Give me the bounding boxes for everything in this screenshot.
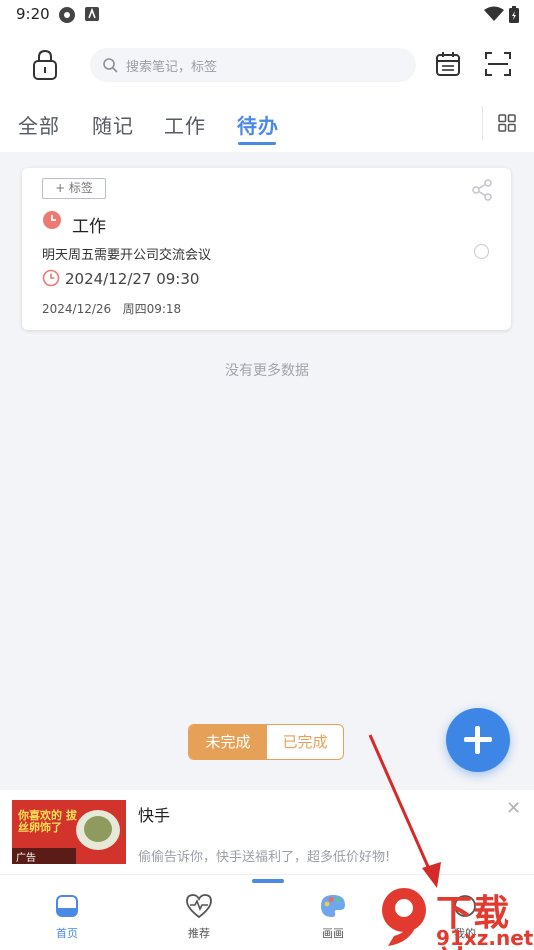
ad-label: 广告	[16, 853, 36, 864]
site-watermark: 下载站 91xz.net	[370, 882, 534, 950]
palette-icon	[321, 895, 345, 917]
add-tag-button[interactable]: + 标签	[42, 178, 106, 199]
card-description: 明天周五需要开公司交流会议	[42, 248, 212, 263]
tab-divider	[482, 106, 483, 140]
complete-checkbox[interactable]	[474, 244, 489, 259]
ad-image-food	[84, 816, 112, 842]
watermark-9-logo	[382, 888, 426, 946]
ad-image-text: 你喜欢的 拔丝卵饰了	[18, 809, 77, 834]
card-due-time: 2024/12/27 09:30	[65, 270, 200, 288]
search-icon	[103, 58, 118, 73]
battery-icon	[509, 6, 519, 23]
nav-item-draw[interactable]: 画画	[298, 893, 368, 941]
plus-icon-v	[475, 726, 480, 754]
tab-all[interactable]: 全部	[18, 110, 60, 139]
search-placeholder: 搜索笔记，标签	[126, 60, 218, 75]
top-bar: 搜索笔记，标签 全部 随记 工作 待办	[0, 28, 534, 152]
tab-work[interactable]: 工作	[164, 110, 206, 139]
status-bar: 9:20	[0, 0, 534, 28]
completion-filter: 未完成 已完成	[188, 724, 344, 760]
card-created-time: 2024/12/26 周四09:18	[42, 302, 182, 316]
nav-label-draw: 画画	[322, 927, 344, 940]
scan-icon[interactable]	[484, 50, 512, 78]
tab-todo[interactable]: 待办	[237, 110, 279, 139]
todo-card[interactable]: + 标签 工作 明天周五需要开公司交流会议 2024/12/27 09:30 2…	[22, 168, 511, 330]
empty-state-text: 没有更多数据	[225, 363, 309, 379]
tab-notes[interactable]: 随记	[92, 110, 134, 139]
search-input[interactable]: 搜索笔记，标签	[90, 48, 416, 82]
heart-pulse-icon	[186, 894, 212, 919]
filter-complete-button[interactable]: 已完成	[267, 725, 343, 759]
category-clock-icon	[43, 211, 61, 229]
ad-banner[interactable]: 你喜欢的 拔丝卵饰了 广告 快手 偷偷告诉你，快手送福利了，超多低价好物! ✕	[0, 790, 534, 874]
ad-image[interactable]: 你喜欢的 拔丝卵饰了 广告	[12, 800, 126, 864]
close-icon[interactable]: ✕	[506, 798, 521, 819]
calendar-icon[interactable]	[434, 50, 462, 78]
watermark-url: 91xz.net	[436, 926, 534, 950]
nav-item-recommend[interactable]: 推荐	[164, 893, 234, 941]
nav-item-home[interactable]: 首页	[32, 893, 102, 941]
nav-label-home: 首页	[56, 927, 78, 940]
tab-active-indicator	[238, 142, 276, 145]
add-button[interactable]	[446, 708, 510, 772]
wifi-icon	[484, 6, 504, 21]
home-icon	[56, 895, 78, 917]
status-time: 9:20	[16, 5, 50, 23]
card-title: 工作	[72, 217, 106, 237]
filter-incomplete-button[interactable]: 未完成	[189, 725, 267, 759]
alarm-clock-icon	[42, 269, 60, 287]
ad-description: 偷偷告诉你，快手送福利了，超多低价好物!	[138, 850, 391, 865]
app-notification-icon	[59, 7, 75, 23]
lock-icon[interactable]	[30, 48, 60, 82]
nav-label-recommend: 推荐	[188, 927, 210, 940]
nav-handle	[252, 879, 284, 883]
grid-view-icon[interactable]	[498, 114, 516, 132]
ad-title: 快手	[138, 806, 171, 825]
a-notification-icon	[85, 7, 99, 21]
share-icon[interactable]	[470, 178, 494, 202]
